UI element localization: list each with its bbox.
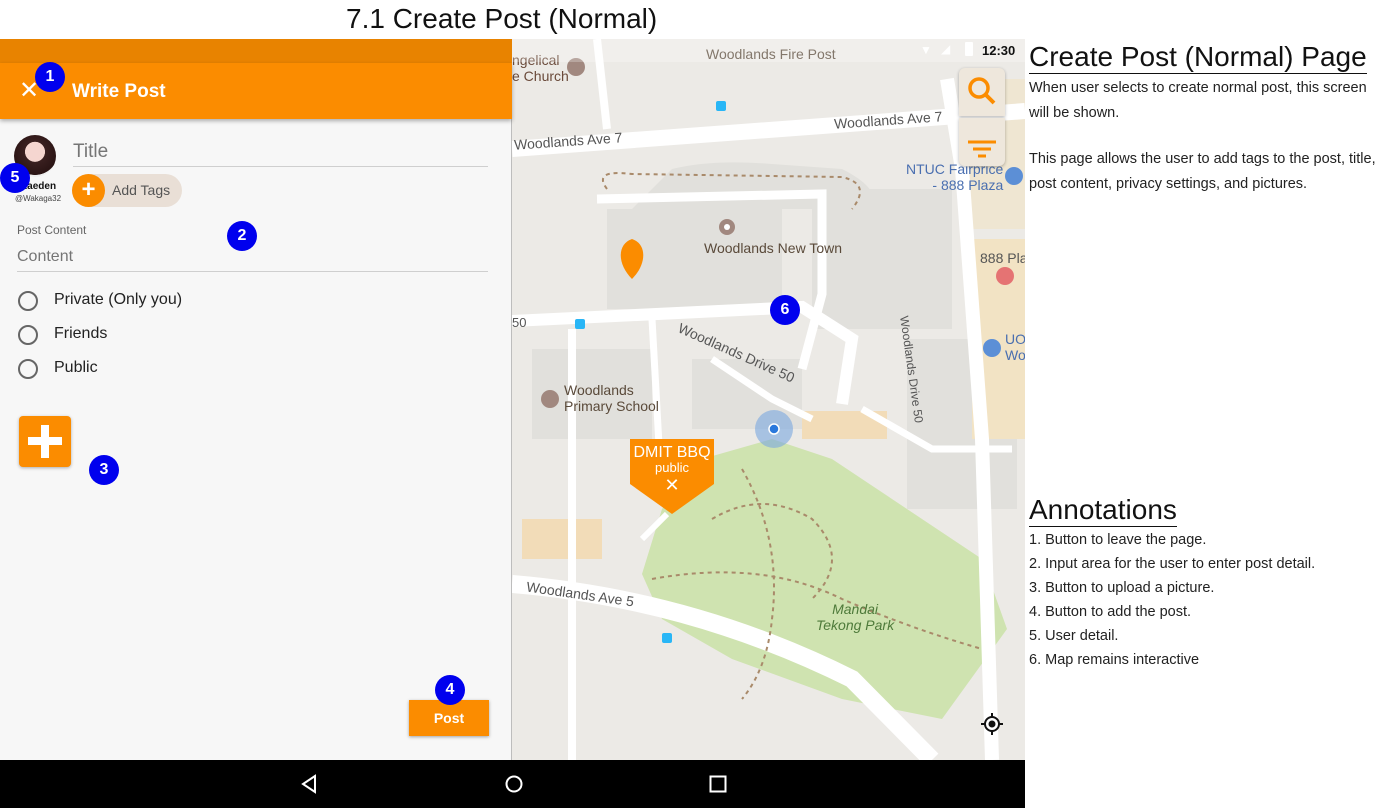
fork-knife-icon: ✕	[664, 475, 680, 495]
add-tags-label: Add Tags	[112, 182, 171, 198]
appbar-status-strip	[0, 39, 512, 63]
privacy-radio-private[interactable]	[18, 291, 38, 311]
privacy-label-private: Private (Only you)	[54, 291, 183, 308]
map-marker-dmit[interactable]: DMIT BBQ public ✕	[630, 444, 714, 495]
battery-icon	[965, 42, 973, 56]
privacy-radio-public[interactable]	[18, 359, 38, 379]
annotation-badge-1: 1	[35, 62, 65, 92]
annotation-1: 1. Button to leave the page.	[1029, 532, 1207, 548]
marker-title: DMIT BBQ	[633, 444, 711, 461]
map-road-50: 50	[512, 315, 527, 330]
plus-icon: +	[72, 174, 105, 207]
android-nav-bar	[0, 760, 1025, 808]
annotation-badge-6: 6	[770, 295, 800, 325]
doc-paragraph-1: When user selects to create normal post,…	[1029, 80, 1367, 121]
recents-icon[interactable]	[707, 773, 729, 795]
privacy-label-public: Public	[54, 359, 98, 376]
back-icon[interactable]	[298, 773, 320, 795]
search-button[interactable]	[959, 68, 1005, 116]
post-button[interactable]: Post	[409, 700, 489, 736]
map-label-park: Mandai Tekong Park	[816, 601, 895, 633]
doc-heading: Create Post (Normal) Page	[1029, 41, 1367, 74]
crosshair-icon	[981, 713, 1003, 735]
page-heading: 7.1 Create Post (Normal)	[0, 0, 1025, 39]
home-icon[interactable]	[503, 773, 525, 795]
post-content-label: Post Content	[17, 223, 87, 237]
annotations-heading: Annotations	[1029, 494, 1177, 527]
annotation-3: 3. Button to upload a picture.	[1029, 580, 1215, 596]
doc-paragraph-2: This page allows the user to add tags to…	[1029, 151, 1376, 192]
privacy-radio-friends[interactable]	[18, 325, 38, 345]
signal-icon: ◢	[941, 42, 951, 56]
map-view[interactable]: ngelical e Church Woodlands Fire Post Wo…	[512, 39, 1025, 760]
privacy-label-friends: Friends	[54, 325, 108, 342]
annotation-5: 5. User detail.	[1029, 628, 1119, 644]
user-handle: @Wakaga32	[14, 194, 62, 203]
marker-subtitle: public	[655, 460, 689, 475]
annotation-2: 2. Input area for the user to enter post…	[1029, 556, 1316, 572]
my-location-button[interactable]	[980, 712, 1004, 736]
app-bar-title: Write Post	[72, 81, 166, 102]
annotation-6: 6. Map remains interactive	[1029, 652, 1200, 668]
phone-screen: ngelical e Church Woodlands Fire Post Wo…	[0, 39, 1025, 808]
map-label-plaza: 888 Pla	[980, 250, 1025, 266]
annotation-badge-4: 4	[435, 675, 465, 705]
clock: 12:30	[982, 43, 1016, 58]
title-input[interactable]	[73, 137, 488, 167]
filter-icon	[968, 140, 996, 158]
search-icon	[968, 77, 996, 105]
annotation-4: 4. Button to add the post.	[1029, 604, 1192, 620]
status-bar: ▼ ◢ 12:30	[512, 39, 1025, 62]
annotation-badge-5: 5	[0, 163, 30, 193]
page-heading-text: 7.1 Create Post (Normal)	[346, 3, 658, 34]
write-post-panel: ✕ Write Post Kaeden @Wakaga32 + Add Tags…	[0, 39, 512, 760]
add-picture-button[interactable]	[19, 416, 71, 467]
map-label-new-town: Woodlands New Town	[704, 240, 843, 256]
filter-button[interactable]	[959, 118, 1005, 166]
map-label-school: Woodlands Primary School	[564, 382, 659, 414]
plus-icon	[28, 425, 62, 458]
annotation-badge-3: 3	[89, 455, 119, 485]
annotation-badge-2: 2	[227, 221, 257, 251]
map-label-uob: UO Wo	[1005, 331, 1025, 363]
wifi-icon: ▼	[920, 43, 932, 57]
